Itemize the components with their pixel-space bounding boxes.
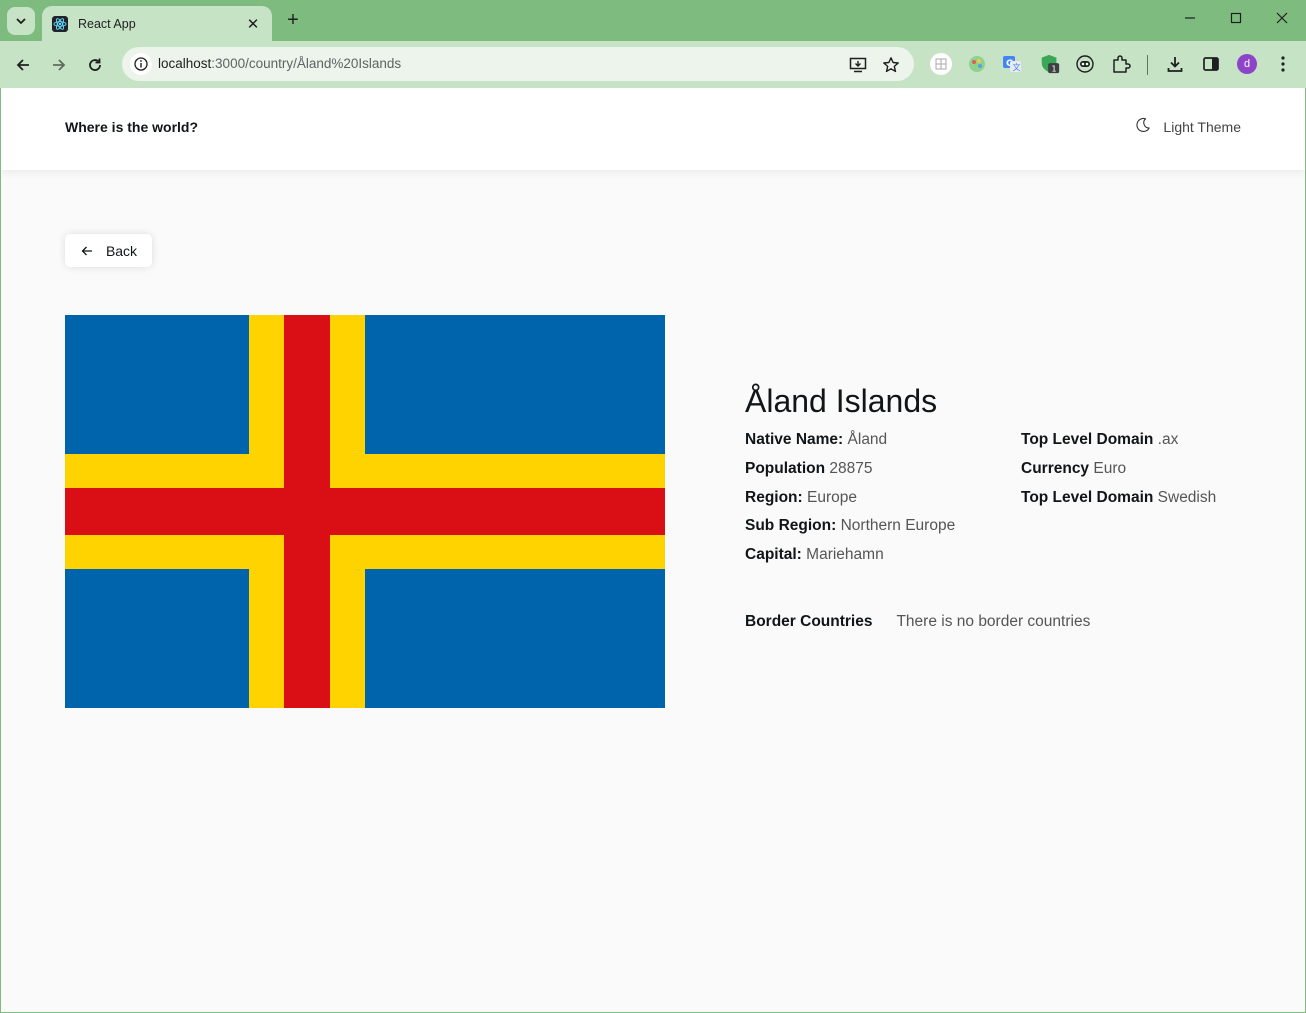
extension-shield-icon[interactable]: 1 [1039, 53, 1061, 75]
languages-row: Top Level Domain Swedish [1021, 484, 1261, 513]
field-label: Currency [1021, 459, 1090, 477]
bookmark-star-icon[interactable] [881, 55, 901, 75]
side-panel-icon[interactable] [1200, 53, 1222, 75]
extension-palette-icon[interactable] [966, 53, 988, 75]
field-label: Top Level Domain [1021, 431, 1154, 448]
field-value: Åland [847, 431, 888, 448]
install-app-icon[interactable] [848, 55, 868, 75]
svg-text:文: 文 [1013, 62, 1021, 72]
reload-icon [89, 58, 101, 71]
flag-red-horizontal [65, 488, 665, 535]
field-label: Capital: [745, 546, 802, 564]
site-header: Where is the world? Light Theme [1, 88, 1305, 170]
details-column-primary: Native Name: Åland Population 28875 Regi… [745, 426, 1021, 570]
close-icon [1276, 12, 1288, 24]
country-details: Åland Islands Native Name: Åland Populat… [745, 384, 1265, 631]
maximize-icon [1230, 12, 1242, 24]
browser-tab[interactable]: React App ✕ [42, 6, 272, 41]
details-column-secondary: Top Level Domain .ax Currency Euro Top L… [1021, 426, 1261, 570]
currency-row: Currency Euro [1021, 455, 1261, 484]
tab-search-button[interactable] [7, 7, 35, 35]
react-icon [52, 15, 68, 32]
site-info-icon[interactable] [130, 53, 152, 75]
population-row: Population 28875 [745, 455, 1021, 484]
tab-close-icon[interactable]: ✕ [244, 15, 262, 33]
back-button[interactable]: Back [65, 234, 152, 267]
extensions-puzzle-icon[interactable] [1110, 53, 1132, 75]
maximize-button[interactable] [1222, 8, 1250, 32]
extension-robot-icon[interactable] [1074, 53, 1096, 75]
new-tab-button[interactable]: + [282, 9, 304, 31]
more-menu-icon[interactable] [1272, 53, 1294, 75]
field-value: .ax [1157, 431, 1179, 448]
field-label: Region: [745, 488, 803, 506]
chevron-down-icon [16, 18, 26, 25]
arrow-left-icon [81, 246, 92, 255]
field-value: Euro [1093, 459, 1127, 477]
field-label: Native Name: [745, 431, 844, 448]
country-name: Åland Islands [745, 383, 938, 419]
back-nav-button[interactable] [10, 52, 36, 78]
profile-avatar[interactable]: d [1237, 54, 1257, 74]
extension-badge: 1 [1051, 63, 1056, 73]
field-value: Northern Europe [840, 517, 956, 535]
url-path: :3000/country/Åland%20Islands [211, 56, 402, 71]
capital-row: Capital: Mariehamn [745, 541, 1021, 570]
border-countries-value: There is no border countries [896, 612, 1091, 630]
reload-button[interactable] [82, 52, 108, 78]
back-label: Back [105, 242, 138, 259]
arrow-left-icon [16, 59, 29, 71]
theme-toggle[interactable]: Light Theme [1135, 117, 1241, 135]
field-value: Mariehamn [806, 546, 884, 564]
border-countries: Border Countries There is no border coun… [745, 613, 1265, 631]
border-countries-label: Border Countries [745, 612, 873, 630]
address-bar[interactable]: localhost:3000/country/Åland%20Islands [122, 47, 914, 81]
tab-title: React App [78, 16, 136, 31]
site-brand[interactable]: Where is the world? [65, 119, 198, 135]
sub-region-row: Sub Region: Northern Europe [745, 512, 1021, 541]
field-label: Population [745, 459, 826, 477]
extension-grid-icon[interactable] [930, 53, 952, 75]
field-value: 28875 [829, 459, 873, 477]
minimize-icon [1185, 17, 1195, 19]
region-row: Region: Europe [745, 484, 1021, 513]
browser-toolbar: localhost:3000/country/Åland%20Islands G… [0, 41, 1306, 88]
arrow-right-icon [53, 59, 66, 71]
field-label: Top Level Domain [1021, 488, 1154, 506]
google-translate-icon[interactable]: G文 [1001, 53, 1023, 75]
top-level-domain-row: Top Level Domain .ax [1021, 426, 1261, 455]
country-flag [65, 315, 665, 708]
page-viewport: Where is the world? Light Theme Back Åla… [1, 88, 1305, 1012]
theme-label: Light Theme [1163, 119, 1241, 135]
toolbar-divider [1147, 55, 1148, 75]
downloads-icon[interactable] [1164, 53, 1186, 75]
url-text: localhost:3000/country/Åland%20Islands [158, 56, 401, 71]
minimize-button[interactable] [1176, 8, 1204, 32]
url-host: localhost [158, 56, 212, 71]
forward-nav-button[interactable] [46, 52, 72, 78]
field-label: Sub Region: [745, 517, 837, 535]
native-name-row: Native Name: Åland [745, 426, 1021, 455]
field-value: Swedish [1157, 488, 1217, 506]
tab-bar: React App ✕ + [0, 0, 1306, 41]
close-window-button[interactable] [1268, 8, 1296, 32]
moon-icon [1136, 117, 1151, 132]
field-value: Europe [807, 488, 857, 506]
